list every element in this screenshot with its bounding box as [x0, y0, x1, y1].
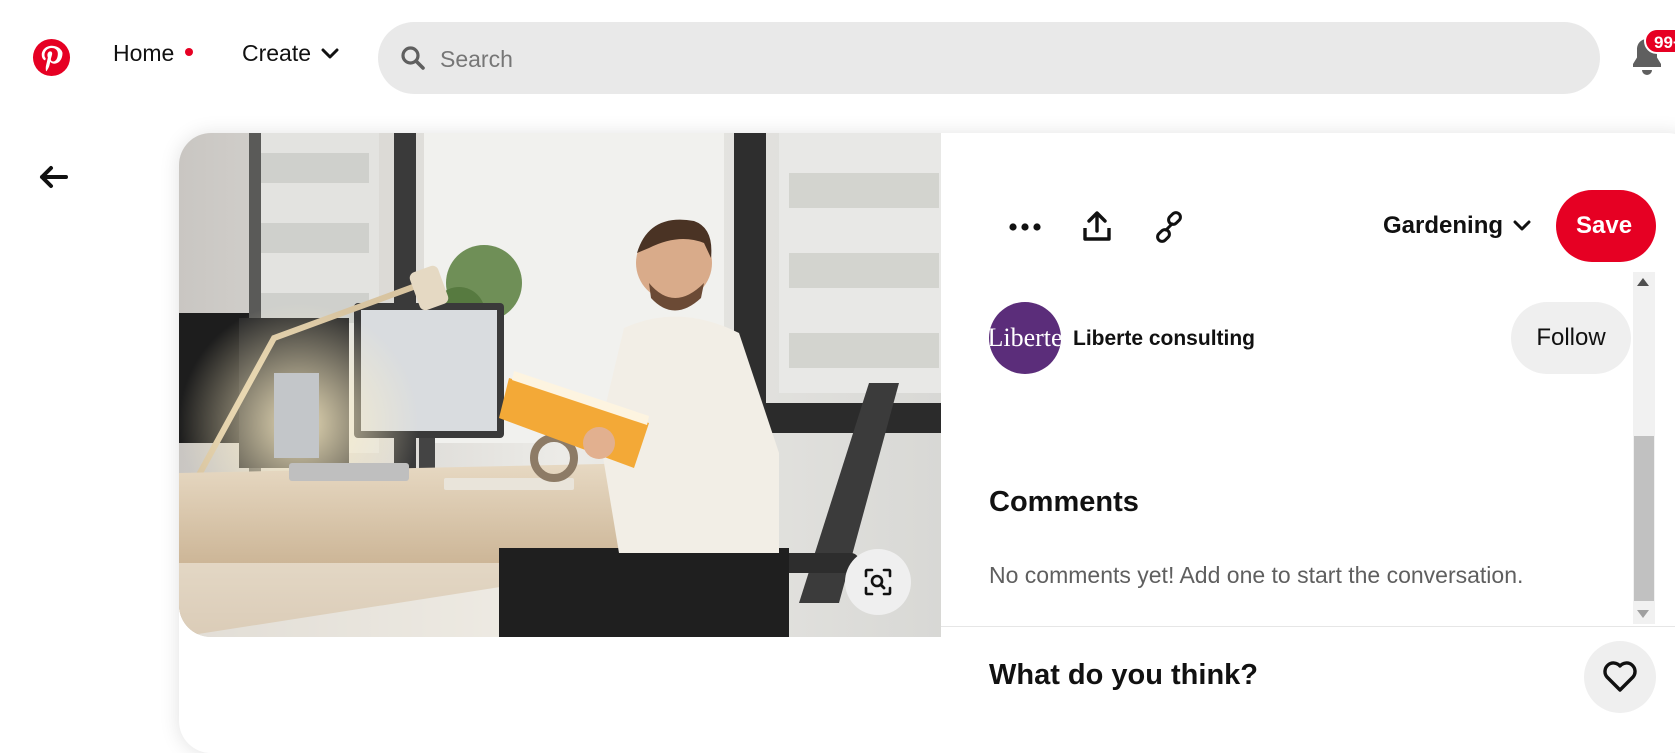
- author-avatar[interactable]: Liberte: [989, 302, 1061, 374]
- divider: [941, 626, 1675, 627]
- nav-home-label: Home: [113, 40, 175, 66]
- search-input[interactable]: [438, 36, 1572, 82]
- follow-button[interactable]: Follow: [1511, 302, 1631, 374]
- search-icon: [401, 46, 425, 70]
- pinterest-logo[interactable]: [32, 38, 71, 77]
- notifications-badge: 99+: [1644, 28, 1675, 54]
- scroll-down-arrow[interactable]: [1637, 610, 1649, 618]
- visual-search-icon: [864, 568, 892, 596]
- pin-image[interactable]: [179, 133, 941, 637]
- comments-heading: Comments: [989, 486, 1139, 518]
- copy-link-button[interactable]: [1147, 205, 1191, 249]
- save-button[interactable]: Save: [1556, 190, 1656, 262]
- arrow-left-icon[interactable]: [36, 160, 70, 194]
- react-button[interactable]: [1584, 641, 1656, 713]
- more-options-button[interactable]: [1003, 205, 1047, 249]
- board-selector-label: Gardening: [1383, 212, 1504, 239]
- chevron-down-icon: [1513, 220, 1531, 231]
- heart-icon: [1603, 661, 1637, 692]
- no-comments-text: No comments yet! Add one to start the co…: [989, 562, 1524, 588]
- nav-home[interactable]: Home: [113, 40, 174, 67]
- office-photo: [179, 133, 941, 637]
- author-avatar-text: Liberte: [989, 323, 1061, 352]
- link-icon: [1156, 211, 1182, 243]
- ellipsis-icon: [1009, 223, 1041, 231]
- search-bar[interactable]: [378, 22, 1600, 94]
- chevron-down-icon: [321, 48, 339, 58]
- comment-prompt-heading: What do you think?: [989, 659, 1259, 691]
- nav-create-label: Create: [242, 40, 312, 66]
- board-selector[interactable]: Gardening: [1383, 212, 1531, 240]
- author-name[interactable]: Liberte consulting: [1073, 327, 1255, 351]
- scroll-up-arrow[interactable]: [1637, 278, 1649, 286]
- nav-create[interactable]: Create: [242, 40, 339, 67]
- visual-search-button[interactable]: [845, 549, 911, 615]
- home-notification-dot: [185, 48, 193, 56]
- share-upload-icon: [1083, 211, 1111, 241]
- top-nav-bar: Home Create 99+: [0, 0, 1675, 118]
- share-button[interactable]: [1075, 205, 1119, 249]
- scrollbar-thumb[interactable]: [1634, 436, 1654, 601]
